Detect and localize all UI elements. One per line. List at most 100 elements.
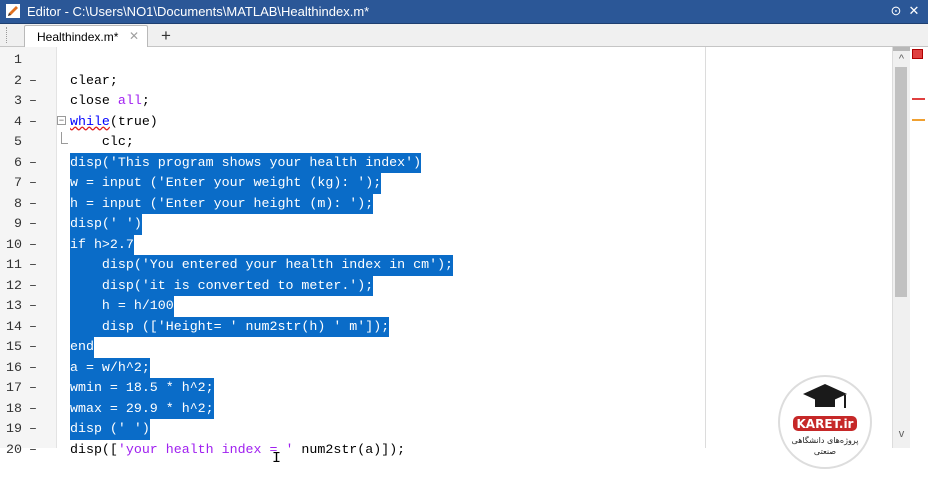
scrollbar-top-strip: [893, 47, 910, 51]
code-line-12[interactable]: 12 – disp('it is converted to meter.');: [0, 275, 892, 297]
breakpoint-dash[interactable]: –: [29, 378, 37, 399]
line-number: 7: [14, 175, 22, 190]
code-line-20[interactable]: 20 – disp(['your health index = ' num2st…: [0, 440, 892, 461]
tab-healthindex[interactable]: Healthindex.m* ✕: [24, 25, 148, 47]
breakpoint-dash[interactable]: –: [29, 358, 37, 379]
selected-code-text: disp('it is converted to meter.');: [70, 275, 374, 296]
string-token: 'Enter your height (m): ': [157, 195, 358, 211]
breakpoint-dash[interactable]: –: [29, 153, 37, 174]
line-number: 4: [14, 113, 22, 129]
window-menu-icon[interactable]: ⊙: [888, 2, 904, 20]
line-number: 6: [14, 154, 22, 170]
code-line-11[interactable]: 11 – disp('You entered your health index…: [0, 255, 892, 276]
selected-code-text: if h>2.7: [70, 234, 134, 255]
breakpoint-dash[interactable]: –: [29, 173, 37, 194]
code-token: h = input (: [70, 195, 158, 211]
error-marker[interactable]: [912, 98, 925, 100]
breakpoint-dash[interactable]: –: [29, 214, 37, 235]
breakpoint-dash[interactable]: –: [29, 276, 37, 297]
code-line-13[interactable]: 13 – h = h/100: [0, 296, 892, 317]
code-line-3[interactable]: 3 – close all;: [0, 91, 892, 112]
breakpoint-dash[interactable]: –: [29, 255, 37, 276]
line-number: 5: [14, 134, 22, 149]
add-tab-button[interactable]: +: [154, 26, 178, 45]
code-token: disp(: [70, 154, 110, 170]
code-line-1[interactable]: 1: [0, 50, 892, 71]
line-number: 13: [6, 298, 22, 313]
breakpoint-dash[interactable]: –: [29, 317, 37, 338]
breakpoint-dash[interactable]: –: [29, 440, 37, 461]
vertical-scrollbar[interactable]: ^ v: [892, 47, 910, 448]
close-icon[interactable]: ✕: [906, 2, 922, 20]
selected-code-text: disp (' '): [70, 419, 150, 440]
line-number: 8: [14, 195, 22, 211]
line-number: 19: [6, 421, 22, 436]
selected-code-text: disp(' '): [70, 214, 142, 235]
code-line-5[interactable]: 5 clc;: [0, 132, 892, 153]
code-token: disp([: [70, 441, 118, 457]
tab-grip-handle[interactable]: [6, 27, 9, 43]
tab-bar: Healthindex.m* ✕ +: [0, 24, 928, 47]
code-token: ): [141, 421, 150, 436]
code-line-4[interactable]: 4 – − while(true): [0, 112, 892, 133]
string-token: 'This program shows your health index': [109, 154, 414, 170]
code-text: clc;: [70, 134, 134, 149]
logo-tagline: پروژه‌های دانشگاهی: [791, 436, 859, 445]
breakpoint-dash[interactable]: –: [29, 235, 37, 256]
line-number: 9: [14, 216, 22, 231]
scroll-down-icon[interactable]: v: [893, 427, 910, 441]
scroll-up-icon[interactable]: ^: [893, 52, 910, 66]
warning-marker[interactable]: [912, 119, 925, 121]
code-line-6[interactable]: 6 – disp('This program shows your health…: [0, 152, 892, 174]
string-token: 'You entered your health index in cm': [141, 257, 438, 272]
selected-code-text: end: [70, 337, 94, 358]
code-line-16[interactable]: 16 – a = w/h^2;: [0, 357, 892, 379]
code-token: w = input (: [70, 175, 158, 190]
line-number: 2: [14, 72, 22, 88]
code-token: );: [357, 277, 374, 293]
code-line-15[interactable]: 15 – end: [0, 337, 892, 358]
breakpoint-dash[interactable]: –: [29, 419, 37, 440]
code-token: ): [133, 216, 142, 231]
line-number: 1: [14, 52, 22, 67]
code-line-14[interactable]: 14 – disp (['Height= ' num2str(h) ' m'])…: [0, 316, 892, 338]
code-line-17[interactable]: 17 – wmin = 18.5 * h^2;: [0, 378, 892, 399]
code-token: );: [437, 257, 454, 272]
code-token: disp ([: [70, 318, 158, 334]
tab-close-icon[interactable]: ✕: [129, 29, 139, 43]
code-line-18[interactable]: 18 – wmax = 29.9 * h^2;: [0, 398, 892, 420]
code-line-19[interactable]: 19 – disp (' '): [0, 419, 892, 440]
code-token: all: [117, 93, 142, 108]
code-token: disp (: [70, 421, 118, 436]
code-line-7[interactable]: 7 – w = input ('Enter your weight (kg): …: [0, 173, 892, 194]
karet-logo: KARET.ir پروژه‌های دانشگاهی صنعتی: [775, 372, 875, 472]
window-titlebar: Editor - C:\Users\NO1\Documents\MATLAB\H…: [0, 0, 928, 24]
logo-tagline: صنعتی: [813, 447, 837, 456]
code-text: close all;: [70, 91, 150, 112]
scroll-thumb[interactable]: [895, 67, 907, 297]
breakpoint-dash[interactable]: –: [29, 112, 37, 133]
line-number: 18: [6, 400, 22, 416]
keyword-token: end: [70, 339, 94, 354]
code-editor[interactable]: 1 2 – clear; 3 – close all; 4 – − while(…: [0, 47, 928, 469]
code-token: disp(: [70, 277, 142, 293]
breakpoint-dash[interactable]: –: [29, 399, 37, 420]
breakpoint-dash[interactable]: –: [29, 296, 37, 317]
line-number: 11: [6, 257, 22, 272]
breakpoint-dash[interactable]: –: [29, 71, 37, 92]
fold-end-marker: [61, 132, 68, 144]
fold-collapse-icon[interactable]: −: [57, 115, 66, 125]
error-status-icon[interactable]: [912, 49, 923, 59]
breakpoint-dash[interactable]: –: [29, 194, 37, 215]
breakpoint-dash[interactable]: –: [29, 91, 37, 112]
code-line-2[interactable]: 2 – clear;: [0, 71, 892, 92]
code-token: disp(: [70, 257, 142, 272]
code-token: disp(: [70, 216, 110, 231]
code-line-9[interactable]: 9 – disp(' '): [0, 214, 892, 235]
code-line-10[interactable]: 10 – if h>2.7: [0, 234, 892, 256]
code-line-8[interactable]: 8 – h = input ('Enter your height (m): '…: [0, 193, 892, 215]
keyword-token: if: [70, 236, 86, 252]
code-token: (true): [109, 113, 158, 129]
keyword-token: while: [70, 113, 110, 129]
breakpoint-dash[interactable]: –: [29, 337, 37, 358]
